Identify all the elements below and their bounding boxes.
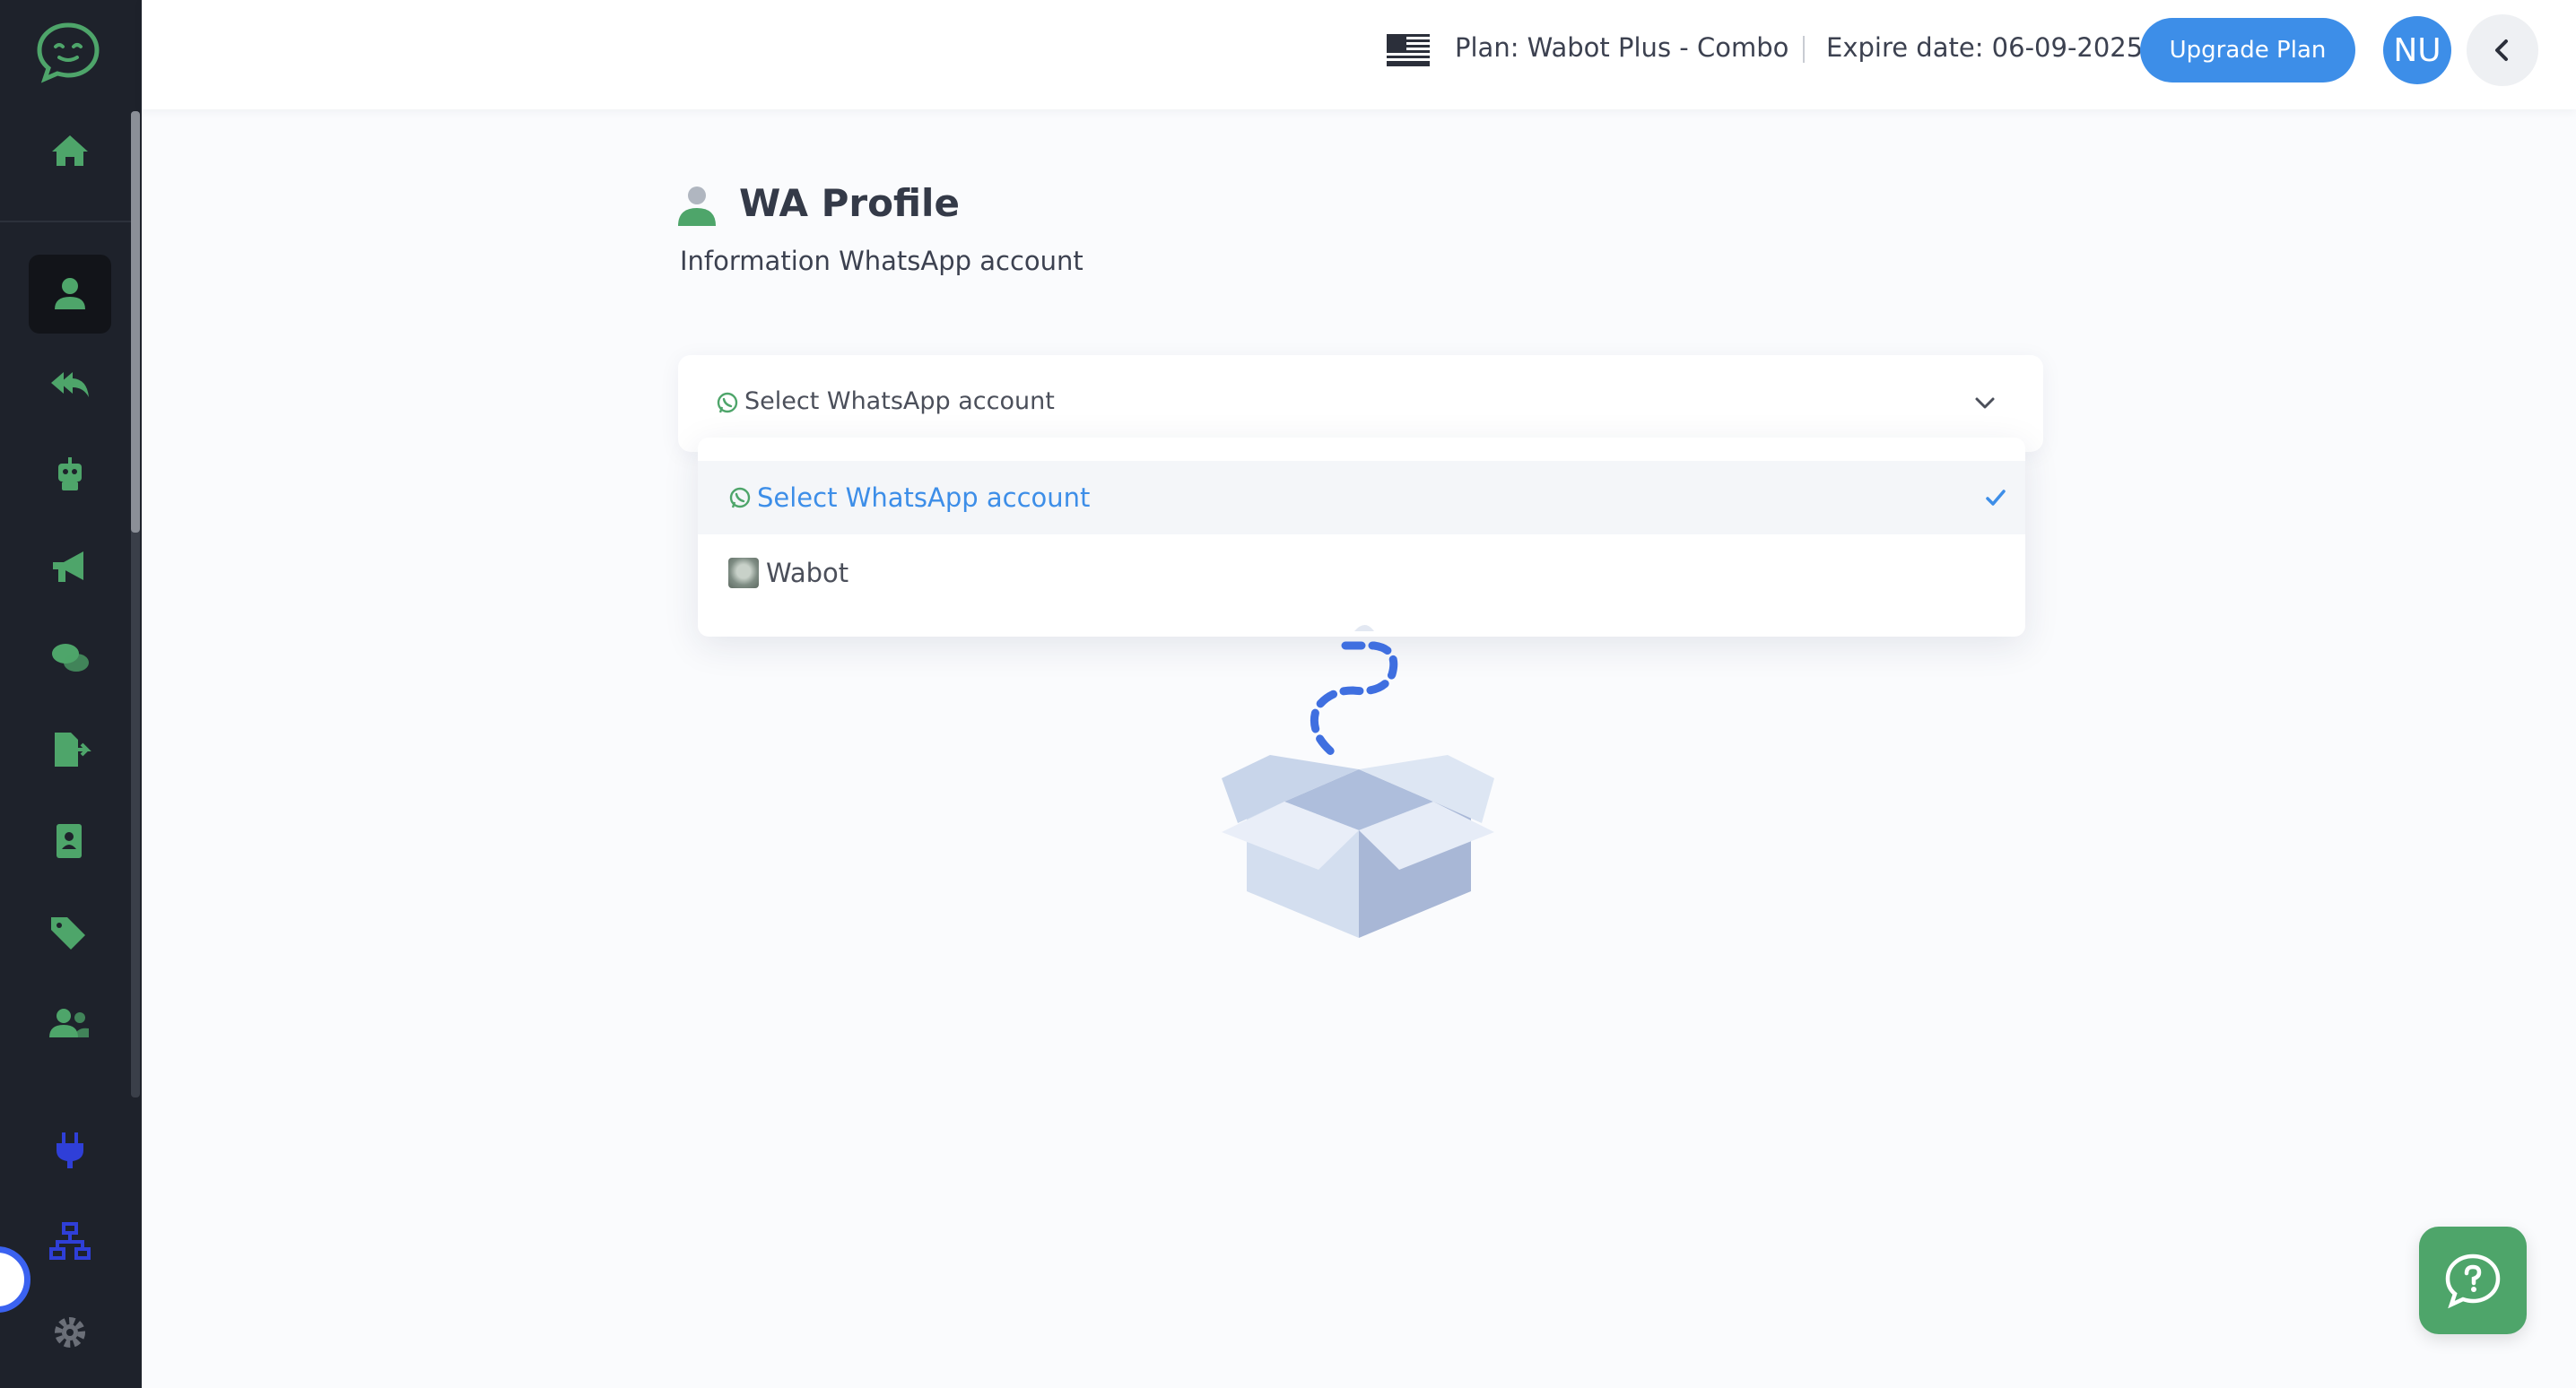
chevron-down-icon: [1975, 397, 1995, 409]
plan-label: Plan: Wabot Plus - Combo: [1455, 32, 1789, 63]
header-separator: [1803, 36, 1805, 63]
contact-book-icon: [57, 824, 82, 858]
sidebar-item-chatbot[interactable]: [29, 436, 111, 515]
sidebar: [0, 0, 142, 1388]
robot-icon: [58, 457, 82, 490]
plug-icon: [57, 1132, 83, 1168]
sidebar-item-integrations[interactable]: [29, 1110, 111, 1189]
chat-bubble-logo-icon[interactable]: [32, 20, 104, 84]
option-label: Select WhatsApp account: [757, 482, 1091, 513]
gear-icon: [55, 1317, 85, 1348]
avatar[interactable]: NU: [2383, 16, 2451, 84]
whatsapp-icon: [729, 487, 751, 508]
us-flag-icon[interactable]: [1387, 34, 1430, 66]
sidebar-item-home[interactable]: [29, 111, 111, 190]
account-avatar-thumbnail: [728, 558, 759, 588]
sidebar-item-settings[interactable]: [29, 1293, 111, 1372]
sitemap-icon: [49, 1222, 91, 1260]
option-label: Wabot: [766, 558, 849, 588]
page-title: WA Profile: [739, 181, 960, 225]
chat-icon: [52, 644, 89, 672]
page-subtitle: Information WhatsApp account: [680, 246, 1083, 276]
sidebar-item-export[interactable]: [29, 710, 111, 789]
expire-date-label: Expire date: 06-09-2025: [1826, 32, 2144, 63]
dropdown-option-wabot[interactable]: Wabot: [698, 536, 2025, 610]
sidebar-divider: [0, 221, 133, 222]
empty-box-illustration: [1222, 625, 1494, 938]
tags-icon: [51, 917, 85, 950]
users-icon: [49, 1009, 89, 1037]
check-icon: [1986, 490, 2006, 506]
user-icon: [55, 278, 85, 309]
sidebar-item-flows[interactable]: [29, 1201, 111, 1280]
whatsapp-icon: [717, 392, 738, 413]
sidebar-item-auto-reply[interactable]: [29, 344, 111, 423]
sidebar-item-wa-profile[interactable]: [29, 255, 111, 334]
sidebar-item-labels[interactable]: [29, 893, 111, 972]
file-export-icon: [55, 733, 91, 767]
dropdown-option-select-account[interactable]: Select WhatsApp account: [698, 461, 2025, 534]
chevron-left-icon: [2495, 39, 2508, 61]
help-chat-button[interactable]: [2419, 1227, 2527, 1334]
user-icon: [678, 187, 716, 226]
question-chat-icon: [2445, 1254, 2501, 1309]
megaphone-icon: [53, 551, 83, 582]
select-value: Select WhatsApp account: [744, 387, 1055, 415]
sidebar-scrollbar-thumb[interactable]: [131, 111, 140, 533]
reply-all-icon: [51, 372, 89, 397]
account-dropdown-menu: Select WhatsApp account Wabot: [698, 438, 2025, 637]
upgrade-plan-button[interactable]: Upgrade Plan: [2140, 18, 2355, 82]
sidebar-item-contacts[interactable]: [29, 802, 111, 881]
home-icon: [52, 135, 88, 166]
collapse-panel-button[interactable]: [2467, 14, 2538, 86]
sidebar-item-livechat[interactable]: [29, 619, 111, 698]
sidebar-item-team[interactable]: [29, 985, 111, 1063]
sidebar-item-campaign[interactable]: [29, 527, 111, 606]
